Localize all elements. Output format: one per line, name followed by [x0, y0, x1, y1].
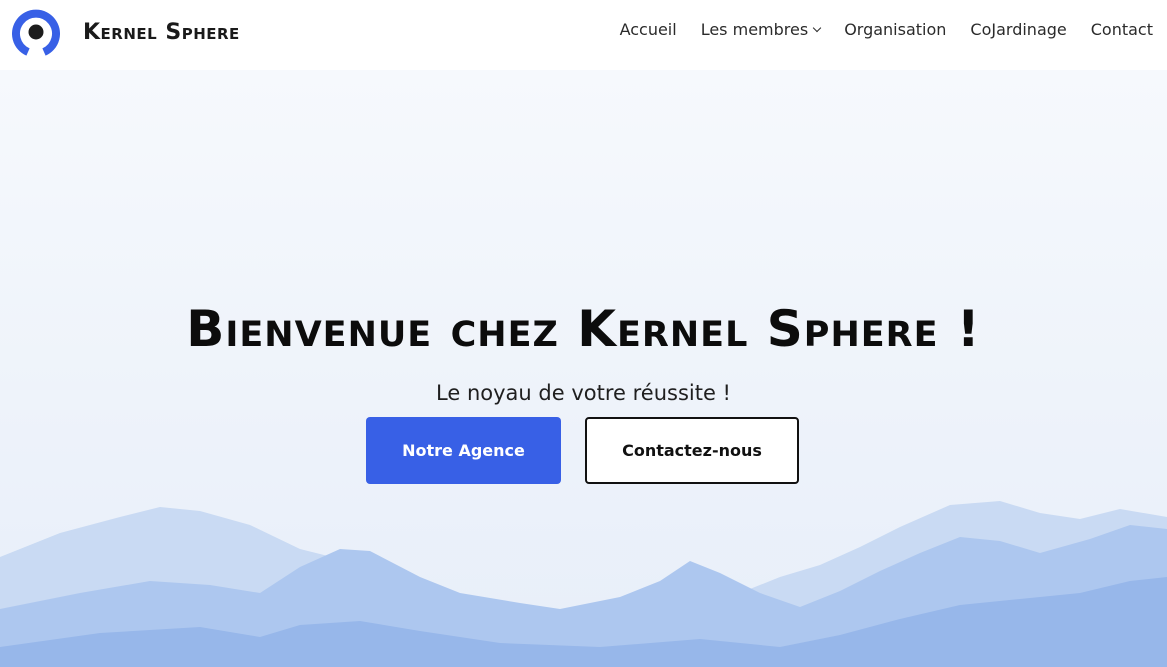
- nav-item-les-membres[interactable]: Les membres: [700, 20, 822, 39]
- brand-name[interactable]: Kernel Sphere: [83, 20, 240, 45]
- main-nav: Accueil Les membres Organisation CoJardi…: [620, 20, 1153, 39]
- hero-section: Bienvenue chez Kernel Sphere ! Le noyau …: [0, 70, 1167, 667]
- nav-item-label: CoJardinage: [970, 20, 1067, 39]
- nav-item-cojardinage[interactable]: CoJardinage: [970, 20, 1066, 39]
- chevron-down-icon: [812, 23, 822, 33]
- contactez-nous-button[interactable]: Contactez-nous: [585, 417, 799, 484]
- kernel-sphere-logo-icon[interactable]: [12, 8, 60, 56]
- nav-item-label: Organisation: [844, 20, 947, 39]
- nav-item-label: Accueil: [619, 20, 677, 39]
- nav-item-accueil[interactable]: Accueil: [620, 20, 677, 39]
- mountains-background-image: [0, 501, 1167, 667]
- nav-item-label: Les membres: [700, 20, 809, 39]
- hero-subtitle: Le noyau de votre réussite !: [436, 381, 731, 405]
- nav-item-contact[interactable]: Contact: [1091, 20, 1153, 39]
- nav-item-organisation[interactable]: Organisation: [844, 20, 946, 39]
- notre-agence-button[interactable]: Notre Agence: [366, 417, 561, 484]
- nav-item-label: Contact: [1090, 20, 1153, 39]
- site-header: Kernel Sphere Accueil Les membres Organi…: [0, 0, 1167, 70]
- hero-title: Bienvenue chez Kernel Sphere !: [186, 299, 981, 358]
